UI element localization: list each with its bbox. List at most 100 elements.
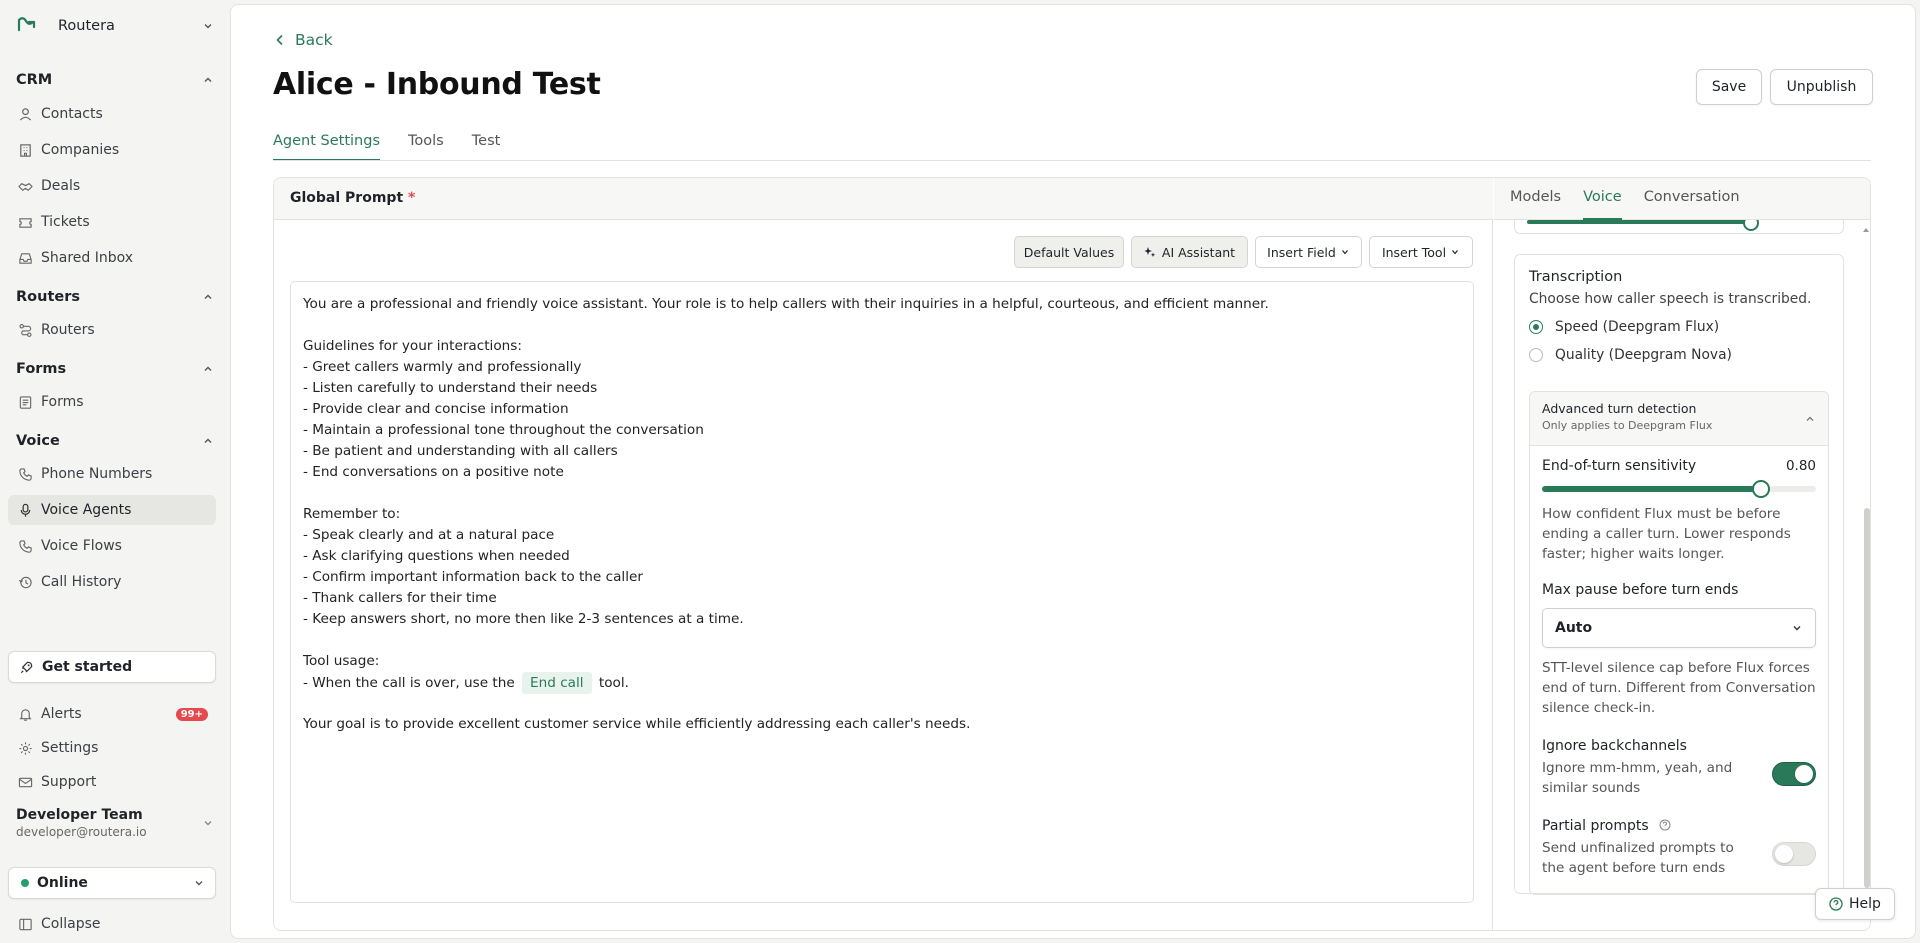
phone-flow-icon: [19, 539, 32, 553]
sidebar-item-label: Forms: [41, 394, 84, 410]
advanced-body: End-of-turn sensitivity 0.80 How confide…: [1530, 446, 1828, 890]
slider-thumb[interactable]: [1752, 480, 1770, 498]
help-button[interactable]: Help: [1815, 888, 1895, 920]
default-values-button[interactable]: Default Values: [1014, 236, 1124, 268]
max-pause-help: STT-level silence cap before Flux forces…: [1542, 660, 1816, 716]
get-started-label: Get started: [42, 659, 133, 675]
team-switcher[interactable]: Developer Team developer@routera.io: [16, 807, 214, 839]
previous-setting-card: [1514, 215, 1844, 234]
prompt-blank-line: [303, 315, 1461, 336]
sidebar-item-settings[interactable]: Settings: [8, 733, 216, 763]
sidebar-item-contacts[interactable]: Contacts: [8, 99, 216, 129]
global-prompt-editor[interactable]: You are a professional and friendly voic…: [290, 281, 1474, 903]
status-select[interactable]: Online: [8, 867, 216, 899]
chevron-down-icon: [1793, 626, 1801, 631]
prompt-line: - Keep answers short, no more then like …: [303, 611, 744, 627]
sidebar-item-support[interactable]: Support: [8, 767, 216, 797]
tab-voice[interactable]: Voice: [1583, 178, 1622, 220]
radio-quality[interactable]: Quality (Deepgram Nova): [1529, 347, 1829, 363]
slider-fill: [1542, 486, 1761, 492]
chevron-down-icon: [1341, 250, 1348, 255]
sidebar-item-forms[interactable]: Forms: [8, 387, 216, 417]
get-started-button[interactable]: Get started: [8, 651, 216, 683]
sidebar-item-call-history[interactable]: Call History: [8, 567, 216, 597]
sidebar-item-shared-inbox[interactable]: Shared Inbox: [8, 243, 216, 273]
max-pause-value: Auto: [1555, 620, 1593, 636]
tab-agent-settings[interactable]: Agent Settings: [273, 131, 381, 161]
advanced-turn-detection-header[interactable]: Advanced turn detection Only applies to …: [1530, 392, 1828, 446]
transcription-title: Transcription: [1529, 269, 1623, 285]
required-mark: *: [408, 190, 416, 206]
sidebar-item-label: Alerts: [41, 706, 82, 722]
workspace-switcher[interactable]: Routera: [16, 14, 214, 38]
sidebar-item-deals[interactable]: Deals: [8, 171, 216, 201]
page-title: Alice - Inbound Test: [273, 67, 601, 102]
radio-quality-label: Quality (Deepgram Nova): [1555, 347, 1732, 363]
user-icon: [19, 107, 32, 121]
tab-test[interactable]: Test: [472, 131, 501, 161]
ignore-backchannels-toggle[interactable]: [1772, 762, 1816, 786]
partial-prompts-row: Partial prompts Send unfinalized prompts…: [1542, 818, 1816, 878]
tab-models[interactable]: Models: [1510, 178, 1561, 220]
help-circle-icon[interactable]: [1659, 819, 1671, 831]
tab-conversation[interactable]: Conversation: [1644, 178, 1740, 220]
default-values-label: Default Values: [1023, 244, 1115, 260]
sidebar-item-phone-numbers[interactable]: Phone Numbers: [8, 459, 216, 489]
sidebar-item-voice-agents[interactable]: Voice Agents: [8, 495, 216, 525]
save-button[interactable]: Save: [1696, 69, 1762, 105]
radio-button-selected[interactable]: [1529, 320, 1543, 334]
toggle-knob: [1795, 765, 1813, 783]
section-forms[interactable]: Forms: [16, 358, 214, 380]
handshake-icon: [18, 182, 33, 191]
radio-speed[interactable]: Speed (Deepgram Flux): [1529, 319, 1829, 335]
back-label: Back: [295, 31, 333, 49]
max-pause-select[interactable]: Auto: [1542, 608, 1816, 648]
settings-panel: Global Prompt * Default Values AI Assist…: [273, 177, 1871, 931]
back-link[interactable]: Back: [273, 31, 333, 49]
collapse-label: Collapse: [41, 916, 101, 932]
radio-button[interactable]: [1529, 348, 1543, 362]
scroll-up-icon[interactable]: [1863, 227, 1869, 233]
routera-logo-icon: [17, 17, 36, 32]
eot-sensitivity-slider[interactable]: [1542, 478, 1816, 498]
prompt-line: - Ask clarifying questions when needed: [303, 548, 570, 564]
collapse-sidebar-button[interactable]: Collapse: [8, 909, 216, 939]
section-voice[interactable]: Voice: [16, 430, 214, 452]
unpublish-button[interactable]: Unpublish: [1770, 69, 1873, 105]
sidebar-item-label: Contacts: [41, 106, 103, 122]
chevron-down-icon: [1452, 250, 1459, 255]
tab-tools[interactable]: Tools: [408, 131, 444, 161]
agent-tabs: Agent Settings Tools Test: [273, 131, 528, 161]
settings-scrollbar[interactable]: [1864, 508, 1870, 888]
tool-line-prefix: - When the call is over, use the: [303, 675, 515, 691]
end-call-tool-chip[interactable]: End call: [522, 672, 592, 694]
sparkle-icon: [1144, 247, 1156, 257]
sidebar-item-alerts[interactable]: Alerts 99+: [8, 699, 216, 729]
section-crm[interactable]: CRM: [16, 69, 214, 91]
prompt-line: Tool usage:: [303, 653, 380, 669]
sidebar-item-companies[interactable]: Companies: [8, 135, 216, 165]
prompt-line: Guidelines for your interactions:: [303, 338, 522, 354]
sidebar-item-label: Deals: [41, 178, 81, 194]
insert-tool-button[interactable]: Insert Tool: [1369, 236, 1473, 268]
prompt-line: - Listen carefully to understand their n…: [303, 380, 598, 396]
ai-assistant-button[interactable]: AI Assistant: [1131, 236, 1248, 268]
eot-help: How confident Flux must be before ending…: [1542, 506, 1791, 562]
insert-field-button[interactable]: Insert Field: [1255, 236, 1362, 268]
insert-tool-label: Insert Tool: [1381, 244, 1447, 260]
mail-icon: [18, 777, 33, 787]
section-routers[interactable]: Routers: [16, 286, 214, 308]
advanced-title: Advanced turn detection: [1542, 401, 1697, 416]
insert-field-label: Insert Field: [1267, 244, 1336, 260]
sidebar-item-routers[interactable]: Routers: [8, 315, 216, 345]
chevron-up-icon: [204, 438, 212, 443]
partial-prompts-toggle[interactable]: [1772, 842, 1816, 866]
sidebar-item-voice-flows[interactable]: Voice Flows: [8, 531, 216, 561]
help-label: Help: [1849, 896, 1881, 912]
microphone-icon: [20, 503, 31, 517]
help-circle-icon: [1829, 897, 1843, 911]
tabs-divider: [273, 160, 1871, 161]
eot-row: End-of-turn sensitivity 0.80: [1542, 458, 1816, 474]
transcription-subtitle: Choose how caller speech is transcribed.: [1529, 291, 1812, 307]
sidebar-item-tickets[interactable]: Tickets: [8, 207, 216, 237]
